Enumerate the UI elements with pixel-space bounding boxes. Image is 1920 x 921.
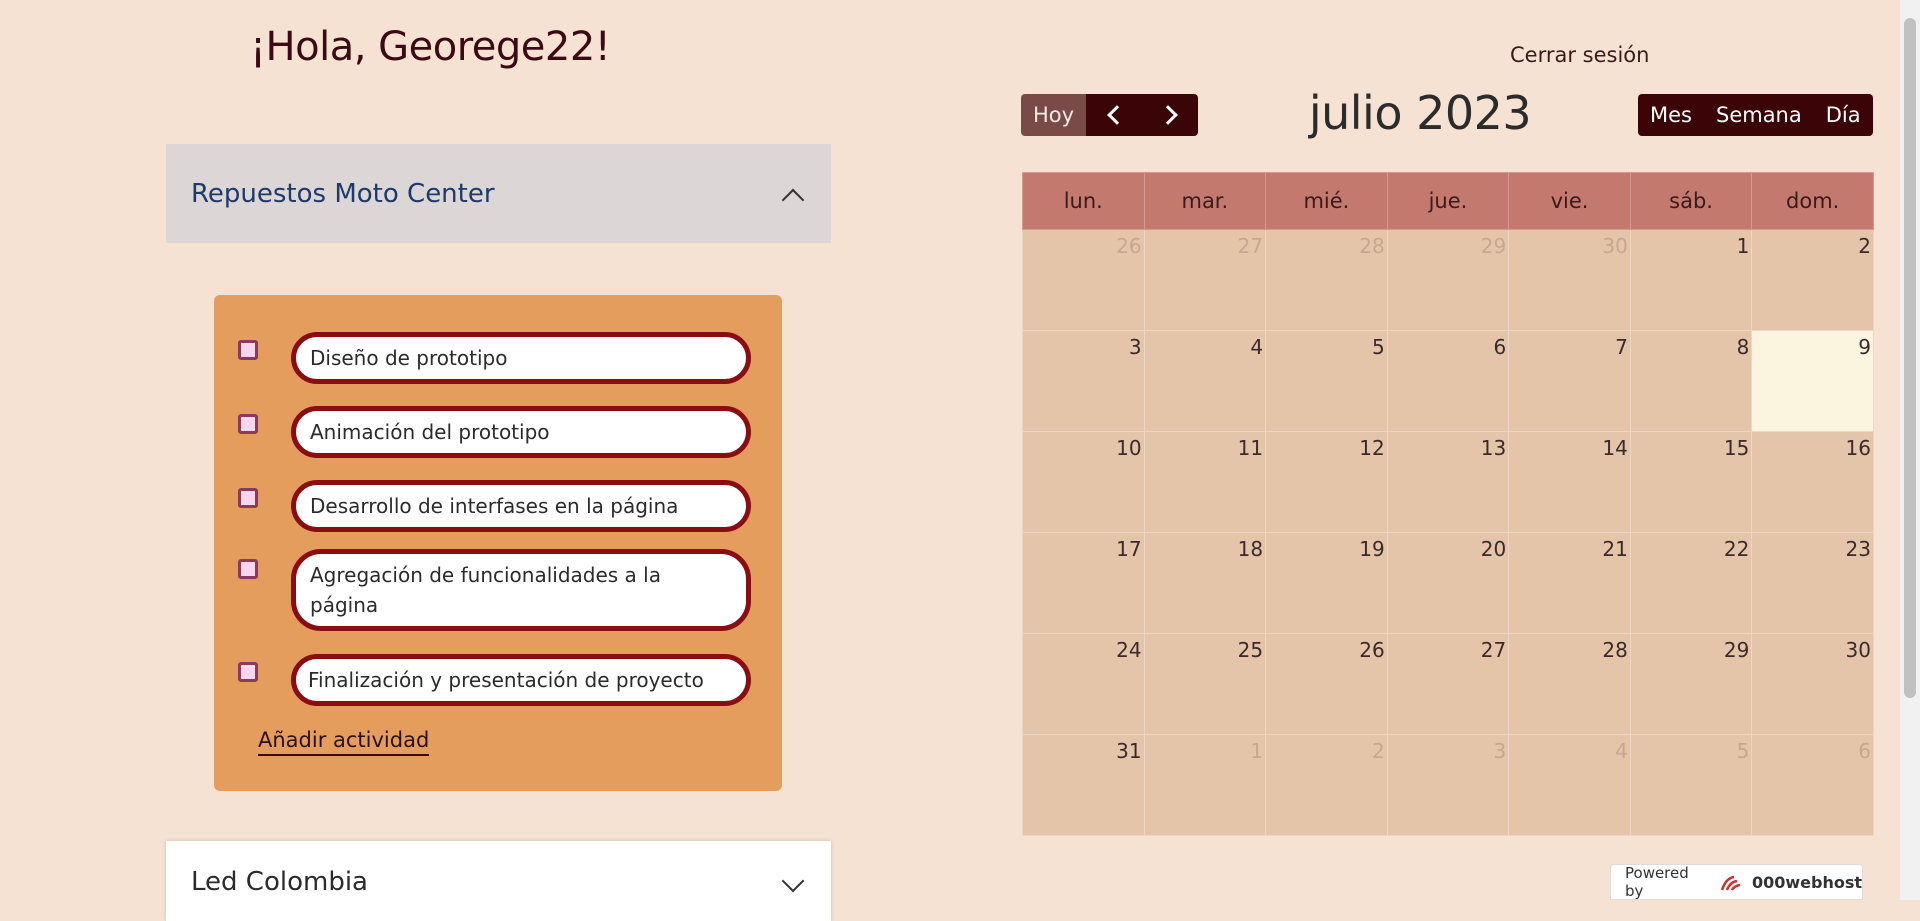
- calendar-day[interactable]: 31: [1022, 734, 1145, 836]
- calendar-day[interactable]: 2: [1751, 229, 1874, 331]
- calendar-week-row: 26 27 28 29 30 1 2: [1022, 229, 1874, 331]
- calendar-day[interactable]: 25: [1143, 633, 1267, 735]
- logout-link[interactable]: Cerrar sesión: [1510, 43, 1649, 67]
- weekday-header: sáb.: [1629, 172, 1753, 230]
- weekday-header: mié.: [1265, 172, 1388, 230]
- calendar-title: julio 2023: [1308, 86, 1532, 140]
- view-switch-group: Mes Semana Día: [1638, 94, 1873, 136]
- project-accordion-repuestos[interactable]: Repuestos Moto Center: [166, 144, 831, 243]
- view-day-button[interactable]: Día: [1813, 94, 1873, 136]
- calendar-day[interactable]: 30: [1751, 633, 1874, 735]
- calendar-day[interactable]: 13: [1386, 431, 1510, 533]
- calendar-week-row: 17 18 19 20 21 22 23: [1022, 532, 1874, 634]
- calendar-day[interactable]: 24: [1022, 633, 1145, 735]
- brand-name: 000webhost: [1751, 872, 1862, 892]
- task-panel: Diseño de prototipo Animación del protot…: [214, 295, 782, 791]
- calendar-day[interactable]: 29: [1386, 229, 1510, 331]
- weekday-header: jue.: [1386, 172, 1510, 230]
- calendar-day[interactable]: 26: [1022, 229, 1145, 331]
- calendar-day[interactable]: 27: [1143, 229, 1267, 331]
- calendar-day[interactable]: 5: [1265, 330, 1388, 432]
- calendar-day[interactable]: 4: [1508, 734, 1631, 836]
- calendar-day[interactable]: 11: [1143, 431, 1267, 533]
- page-scrollbar[interactable]: [1900, 0, 1920, 900]
- calendar-day[interactable]: 5: [1629, 734, 1753, 836]
- calendar-day[interactable]: 1: [1143, 734, 1267, 836]
- powered-by-badge[interactable]: Powered by 000webhost: [1610, 864, 1863, 900]
- task-checkbox[interactable]: [238, 488, 258, 508]
- chevron-down-icon[interactable]: [781, 869, 805, 893]
- weekday-header: mar.: [1143, 172, 1267, 230]
- next-month-button[interactable]: [1142, 94, 1198, 136]
- powered-by-text: Powered by: [1625, 864, 1689, 900]
- webhost-logo-icon: [1720, 874, 1746, 891]
- chevron-right-icon: [1157, 105, 1178, 125]
- weekday-header: dom.: [1751, 172, 1874, 230]
- task-input[interactable]: Diseño de prototipo: [291, 332, 751, 384]
- task-input[interactable]: Agregación de funcionalidades a la págin…: [291, 549, 751, 631]
- calendar-day[interactable]: 8: [1629, 330, 1753, 432]
- weekday-header-row: lun. mar. mié. jue. vie. sáb. dom.: [1022, 172, 1874, 230]
- calendar-day[interactable]: 27: [1386, 633, 1510, 735]
- calendar-day[interactable]: 28: [1508, 633, 1631, 735]
- task-input[interactable]: Desarrollo de interfases en la página: [291, 480, 751, 532]
- weekday-header: lun.: [1022, 172, 1145, 230]
- chevron-left-icon: [1106, 105, 1127, 125]
- task-input[interactable]: Finalización y presentación de proyecto: [291, 654, 751, 706]
- project-accordion-led-colombia[interactable]: Led Colombia: [166, 841, 831, 921]
- calendar-day[interactable]: 21: [1508, 532, 1631, 634]
- add-activity-link[interactable]: Añadir actividad: [258, 728, 430, 756]
- calendar-day[interactable]: 12: [1265, 431, 1388, 533]
- calendar-day[interactable]: 7: [1508, 330, 1631, 432]
- calendar-day[interactable]: 2: [1265, 734, 1388, 836]
- calendar-day[interactable]: 6: [1386, 330, 1510, 432]
- view-month-button[interactable]: Mes: [1638, 94, 1704, 136]
- calendar-day[interactable]: 3: [1022, 330, 1145, 432]
- calendar-day[interactable]: 18: [1143, 532, 1267, 634]
- calendar-week-row: 3456789: [1022, 330, 1874, 432]
- calendar-week-row: 31 1 2 3 4 5 6: [1022, 734, 1874, 836]
- task-checkbox[interactable]: [238, 559, 258, 579]
- calendar-day[interactable]: 26: [1265, 633, 1388, 735]
- task-checkbox[interactable]: [238, 414, 258, 434]
- calendar-day-today[interactable]: 9: [1751, 330, 1874, 432]
- task-input[interactable]: Animación del prototipo: [291, 406, 751, 458]
- task-checkbox[interactable]: [238, 340, 258, 360]
- calendar-day[interactable]: 6: [1751, 734, 1874, 836]
- calendar-day[interactable]: 3: [1386, 734, 1510, 836]
- greeting-heading: ¡Hola, Georege22!: [250, 24, 611, 70]
- calendar-day[interactable]: 19: [1265, 532, 1388, 634]
- weekday-header: vie.: [1508, 172, 1631, 230]
- calendar-day[interactable]: 22: [1629, 532, 1753, 634]
- calendar-nav-group: Hoy: [1021, 94, 1198, 136]
- calendar-day[interactable]: 23: [1751, 532, 1874, 634]
- calendar-day[interactable]: 29: [1629, 633, 1753, 735]
- calendar-day[interactable]: 17: [1022, 532, 1145, 634]
- calendar-grid: lun. mar. mié. jue. vie. sáb. dom. 26 27 2…: [1022, 172, 1874, 836]
- calendar-day[interactable]: 30: [1508, 229, 1631, 331]
- prev-month-button[interactable]: [1086, 94, 1142, 136]
- calendar-day[interactable]: 28: [1265, 229, 1388, 331]
- project-title: Led Colombia: [191, 867, 368, 897]
- calendar-day[interactable]: 4: [1143, 330, 1267, 432]
- calendar-day[interactable]: 10: [1022, 431, 1145, 533]
- calendar-day[interactable]: 1: [1629, 229, 1753, 331]
- scrollbar-thumb[interactable]: [1904, 18, 1916, 698]
- chevron-up-icon[interactable]: [781, 188, 805, 212]
- calendar-day[interactable]: 15: [1629, 431, 1753, 533]
- calendar-week-row: 10 11 12 13 14 15 16: [1022, 431, 1874, 533]
- project-title: Repuestos Moto Center: [191, 178, 495, 209]
- calendar-day[interactable]: 20: [1386, 532, 1510, 634]
- calendar-day[interactable]: 14: [1508, 431, 1631, 533]
- task-checkbox[interactable]: [238, 662, 258, 682]
- view-week-button[interactable]: Semana: [1703, 94, 1814, 136]
- calendar-day[interactable]: 16: [1751, 431, 1874, 533]
- calendar-week-row: 24 25 26 27 28 29 30: [1022, 633, 1874, 735]
- today-button[interactable]: Hoy: [1021, 94, 1086, 136]
